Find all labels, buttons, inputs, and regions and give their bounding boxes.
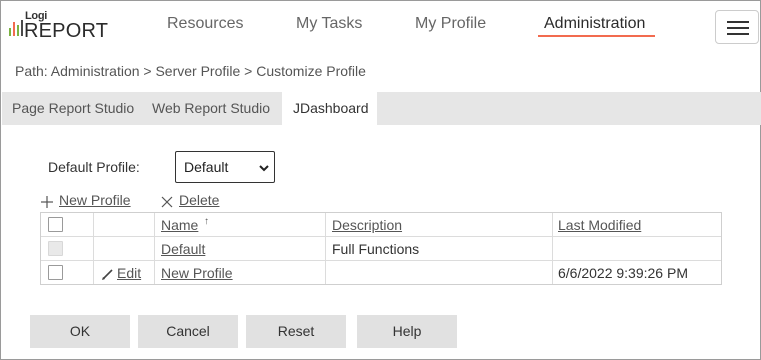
column-header-last-modified[interactable]: Last Modified: [558, 217, 641, 233]
ok-button[interactable]: OK: [30, 315, 130, 348]
column-divider: [154, 213, 155, 284]
hamburger-icon: [727, 21, 749, 23]
hamburger-menu-button[interactable]: [715, 10, 759, 44]
row-checkbox[interactable]: [48, 265, 63, 280]
cancel-button[interactable]: Cancel: [138, 315, 238, 348]
row-divider: [41, 260, 721, 261]
profile-last-modified: 6/6/2022 9:39:26 PM: [558, 265, 688, 281]
default-profile-label: Default Profile:: [48, 159, 140, 175]
chevron-down-icon: [259, 165, 269, 172]
select-all-checkbox[interactable]: [48, 217, 63, 232]
tab-page-report-studio[interactable]: Page Report Studio: [2, 92, 142, 125]
column-divider: [552, 213, 553, 284]
reset-button[interactable]: Reset: [246, 315, 346, 348]
hamburger-icon-bar: [727, 27, 749, 29]
profile-description: Full Functions: [332, 241, 420, 257]
tab-jdashboard[interactable]: JDashboard: [282, 92, 377, 125]
window: Logi REPORT Resources My Tasks My Profil…: [0, 0, 761, 360]
nav-administration[interactable]: Administration: [544, 15, 645, 33]
help-button[interactable]: Help: [357, 315, 457, 348]
profiles-table: Name ↑ Description Last Modified Default…: [40, 212, 722, 285]
logi-report-logo[interactable]: Logi REPORT: [9, 10, 109, 42]
column-divider: [93, 213, 94, 284]
delete-link[interactable]: Delete: [179, 192, 219, 208]
plus-icon[interactable]: [40, 195, 54, 209]
nav-my-tasks[interactable]: My Tasks: [296, 15, 362, 33]
logo-bars-icon: [9, 20, 23, 36]
column-divider: [325, 213, 326, 284]
profile-name-link[interactable]: Default: [161, 241, 205, 257]
profile-name-link[interactable]: New Profile: [161, 265, 233, 281]
edit-link[interactable]: Edit: [117, 265, 141, 281]
sort-ascending-icon[interactable]: ↑: [204, 216, 209, 227]
hamburger-icon-bar: [727, 33, 749, 35]
nav-resources[interactable]: Resources: [167, 15, 243, 33]
new-profile-link[interactable]: New Profile: [59, 192, 131, 208]
column-header-description[interactable]: Description: [332, 217, 402, 233]
pencil-icon[interactable]: [102, 268, 114, 280]
default-profile-value: Default: [184, 159, 229, 175]
row-checkbox-disabled: [48, 241, 63, 256]
column-header-name[interactable]: Name: [161, 217, 198, 233]
close-icon[interactable]: [161, 196, 173, 208]
default-profile-select[interactable]: Default: [175, 151, 275, 183]
row-divider: [41, 236, 721, 237]
breadcrumb: Path: Administration > Server Profile > …: [15, 63, 366, 79]
tab-web-report-studio[interactable]: Web Report Studio: [142, 92, 282, 125]
nav-my-profile[interactable]: My Profile: [415, 15, 486, 33]
active-nav-underline: [538, 35, 655, 37]
logo-text-report: REPORT: [24, 20, 109, 42]
